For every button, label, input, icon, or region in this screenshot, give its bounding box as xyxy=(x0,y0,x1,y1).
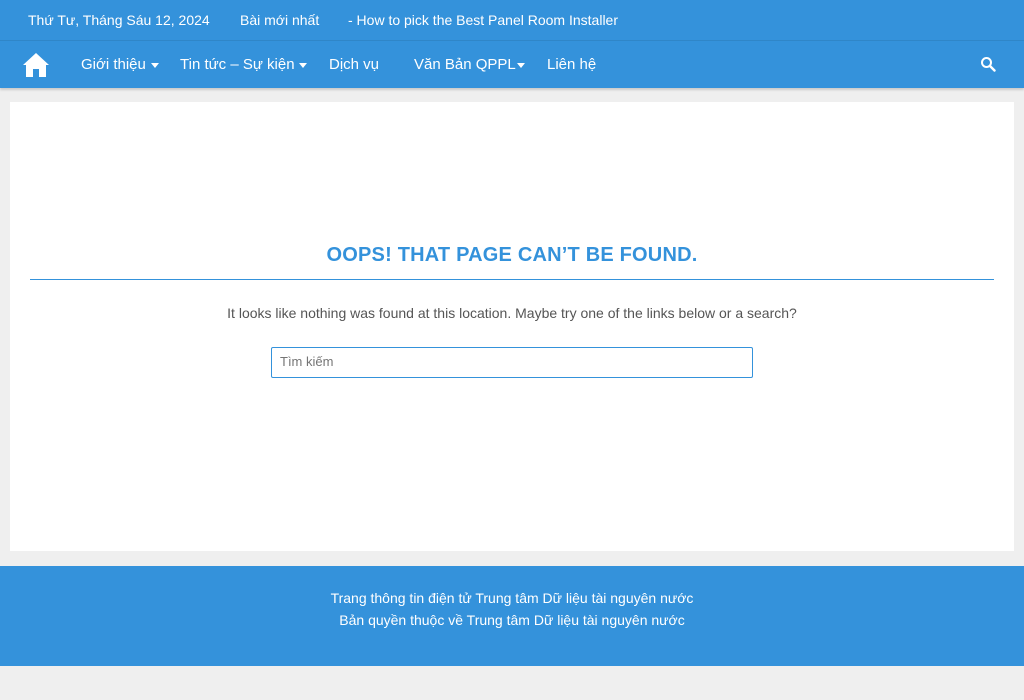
divider xyxy=(30,279,994,280)
not-found-message: It looks like nothing was found at this … xyxy=(227,305,797,321)
caret-down-icon xyxy=(517,63,525,68)
footer-copyright: Bản quyền thuộc về Trung tâm Dữ liệu tài… xyxy=(339,612,685,628)
nav-item-tin-tuc-su-kien[interactable]: Tin tức – Sự kiện xyxy=(180,56,307,73)
current-date: Thứ Tư, Tháng Sáu 12, 2024 xyxy=(28,12,210,28)
caret-down-icon xyxy=(151,63,159,68)
main-navigation: Giới thiệu Tin tức – Sự kiện Dịch vụ Văn… xyxy=(0,40,1024,88)
page-title: OOPS! THAT PAGE CAN’T BE FOUND. xyxy=(326,244,698,266)
nav-item-label: Văn Bản QPPL xyxy=(414,56,516,73)
nav-item-label: Dịch vụ xyxy=(329,56,380,73)
latest-post-link[interactable]: - How to pick the Best Panel Room Instal… xyxy=(348,12,618,28)
search-icon[interactable] xyxy=(980,56,996,72)
nav-item-label: Giới thiệu xyxy=(81,56,146,73)
nav-item-gioi-thieu[interactable]: Giới thiệu xyxy=(81,56,159,73)
nav-item-dich-vu[interactable]: Dịch vụ xyxy=(329,56,379,73)
latest-posts-label: Bài mới nhất xyxy=(240,12,320,28)
caret-down-icon xyxy=(299,63,307,68)
nav-item-label: Liên hệ xyxy=(547,56,597,73)
footer-site-info: Trang thông tin điện tử Trung tâm Dữ liệ… xyxy=(330,590,694,606)
top-bar: Thứ Tư, Tháng Sáu 12, 2024 Bài mới nhất … xyxy=(0,0,1024,40)
main-content: OOPS! THAT PAGE CAN’T BE FOUND. It looks… xyxy=(10,102,1014,551)
nav-item-label: Tin tức – Sự kiện xyxy=(180,56,295,73)
search-input[interactable] xyxy=(272,348,748,375)
nav-item-van-ban-qppl[interactable]: Văn Bản QPPL xyxy=(414,56,525,73)
search-form xyxy=(271,347,753,378)
nav-item-lien-he[interactable]: Liên hệ xyxy=(547,56,596,73)
home-icon[interactable] xyxy=(22,52,50,78)
footer: Trang thông tin điện tử Trung tâm Dữ liệ… xyxy=(0,566,1024,666)
